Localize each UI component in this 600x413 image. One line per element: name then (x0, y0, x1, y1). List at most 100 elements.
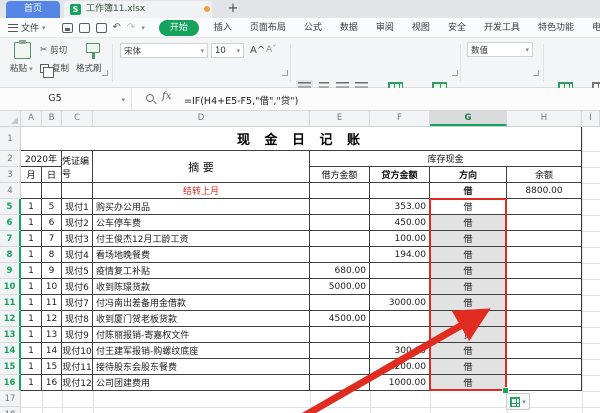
month-header[interactable]: 月 (21, 167, 42, 183)
menu-item-4[interactable]: 数据 (331, 18, 367, 38)
cell-B4[interactable] (42, 183, 62, 199)
cell-B11[interactable]: 11 (42, 295, 62, 311)
cell-A12[interactable]: 1 (21, 311, 42, 327)
cell-C9[interactable]: 现付5 (62, 263, 93, 279)
cell-H10[interactable] (507, 279, 582, 295)
cell-G12[interactable]: 借 (430, 311, 507, 327)
credit-header[interactable]: 贷方金额 (370, 167, 430, 183)
cell-G10[interactable]: 借 (430, 279, 507, 295)
cell-E7[interactable] (310, 231, 370, 247)
cell-B5[interactable]: 5 (42, 199, 62, 215)
paste-button[interactable]: 粘贴 ▾ (10, 62, 33, 74)
cell-G14[interactable]: 借 (430, 343, 507, 359)
menu-item-7[interactable]: 安全 (439, 18, 475, 38)
cell-A4[interactable] (21, 183, 42, 199)
row-header-10[interactable]: 10 (0, 279, 21, 295)
cell-A6[interactable]: 1 (21, 215, 42, 231)
cell-H14[interactable] (507, 343, 582, 359)
cell-F15[interactable]: 1200.00 (370, 359, 430, 375)
debit-header[interactable]: 借方金额 (310, 167, 370, 183)
menu-item-9[interactable]: 特色功能 (529, 18, 583, 38)
cell-F7[interactable]: 100.00 (370, 231, 430, 247)
select-all-corner[interactable] (0, 111, 21, 126)
year-header[interactable]: 2020年 (21, 151, 62, 167)
cell-B16[interactable]: 16 (42, 375, 62, 391)
cell-G16[interactable]: 借 (430, 375, 507, 391)
cell-A10[interactable]: 1 (21, 279, 42, 295)
cell-C5[interactable]: 现付1 (62, 199, 93, 215)
cell-H7[interactable] (507, 231, 582, 247)
cell-E13[interactable] (310, 327, 370, 343)
clipboard-dialog-launcher[interactable] (102, 70, 108, 76)
cell-H9[interactable] (507, 263, 582, 279)
cell-F14[interactable]: 300.00 (370, 343, 430, 359)
fill-options-button[interactable]: ▾ (506, 393, 530, 410)
copy-button[interactable]: 复制 (40, 62, 69, 74)
new-tab-button[interactable]: + (224, 0, 242, 18)
cell-H13[interactable] (507, 327, 582, 343)
column-header-E[interactable]: E (310, 111, 370, 126)
cell-G13[interactable]: 贷 (430, 327, 507, 343)
cell-H11[interactable] (507, 295, 582, 311)
cell-H6[interactable] (507, 215, 582, 231)
cell-F16[interactable]: 1000.00 (370, 375, 430, 391)
cell-E14[interactable] (310, 343, 370, 359)
row-header-8[interactable]: 8 (0, 247, 21, 263)
cell-B14[interactable]: 14 (42, 343, 62, 359)
cell-G9[interactable]: 借 (430, 263, 507, 279)
cell-opening-balance[interactable]: 8800.00 (507, 183, 582, 199)
row-header-14[interactable]: 14 (0, 343, 21, 359)
row-header-4[interactable]: 4 (0, 183, 21, 199)
cell-D10[interactable]: 收到陈璟货款 (93, 279, 310, 295)
cell-A14[interactable]: 1 (21, 343, 42, 359)
cell-D9[interactable]: 疫情复工补贴 (93, 263, 310, 279)
cell-A16[interactable]: 1 (21, 375, 42, 391)
cell-C16[interactable]: 现付12 (62, 375, 93, 391)
cell-C14[interactable]: 现付10 (62, 343, 93, 359)
cell-E8[interactable] (310, 247, 370, 263)
cell-F4[interactable] (370, 183, 430, 199)
menu-item-3[interactable]: 公式 (295, 18, 331, 38)
cell-E16[interactable] (310, 375, 370, 391)
cell-B7[interactable]: 7 (42, 231, 62, 247)
cell-D6[interactable]: 公车停车费 (93, 215, 310, 231)
column-header-B[interactable]: B (42, 111, 62, 126)
cell-E11[interactable] (310, 295, 370, 311)
cell-G7[interactable]: 借 (430, 231, 507, 247)
summary-header[interactable]: 摘 要 (93, 151, 310, 183)
cell-B15[interactable]: 15 (42, 359, 62, 375)
cell-F13[interactable] (370, 327, 430, 343)
font-name-select[interactable]: 宋体▾ (120, 43, 208, 58)
direction-header[interactable]: 方向 (430, 167, 507, 183)
number-dialog-launcher[interactable] (533, 70, 539, 76)
name-box-dropdown-icon[interactable]: ▾ (121, 96, 125, 104)
cell-E5[interactable] (310, 199, 370, 215)
menu-item-2[interactable]: 页面布局 (241, 18, 295, 38)
cell-B10[interactable]: 10 (42, 279, 62, 295)
cell-G5[interactable]: 借 (430, 199, 507, 215)
row-header-3[interactable]: 3 (0, 167, 21, 183)
cell-F5[interactable]: 353.00 (370, 199, 430, 215)
document-tab[interactable]: S 工作簿11.xlsx (64, 1, 212, 18)
cell-D5[interactable]: 购买办公用品 (93, 199, 310, 215)
cell-H8[interactable] (507, 247, 582, 263)
row-header-18[interactable]: 18 (0, 407, 21, 413)
cell-F11[interactable]: 3000.00 (370, 295, 430, 311)
cell-C7[interactable]: 现付3 (62, 231, 93, 247)
cell-E6[interactable] (310, 215, 370, 231)
cash-header[interactable]: 库存现金 (310, 151, 582, 167)
cell-E4[interactable] (310, 183, 370, 199)
cell-A5[interactable]: 1 (21, 199, 42, 215)
row-header-7[interactable]: 7 (0, 231, 21, 247)
column-header-H[interactable]: H (507, 111, 582, 126)
cell-G11[interactable]: 借 (430, 295, 507, 311)
cell-opening-direction[interactable]: 借 (430, 183, 507, 199)
cell-B9[interactable]: 9 (42, 263, 62, 279)
column-header-A[interactable]: A (21, 111, 42, 126)
cell-F6[interactable]: 450.00 (370, 215, 430, 231)
cell-A7[interactable]: 1 (21, 231, 42, 247)
increase-font-icon[interactable]: A^ (250, 45, 265, 56)
cell-opening-summary[interactable]: 结转上月 (93, 183, 310, 199)
balance-header[interactable]: 余额 (507, 167, 582, 183)
row-header-15[interactable]: 15 (0, 359, 21, 375)
